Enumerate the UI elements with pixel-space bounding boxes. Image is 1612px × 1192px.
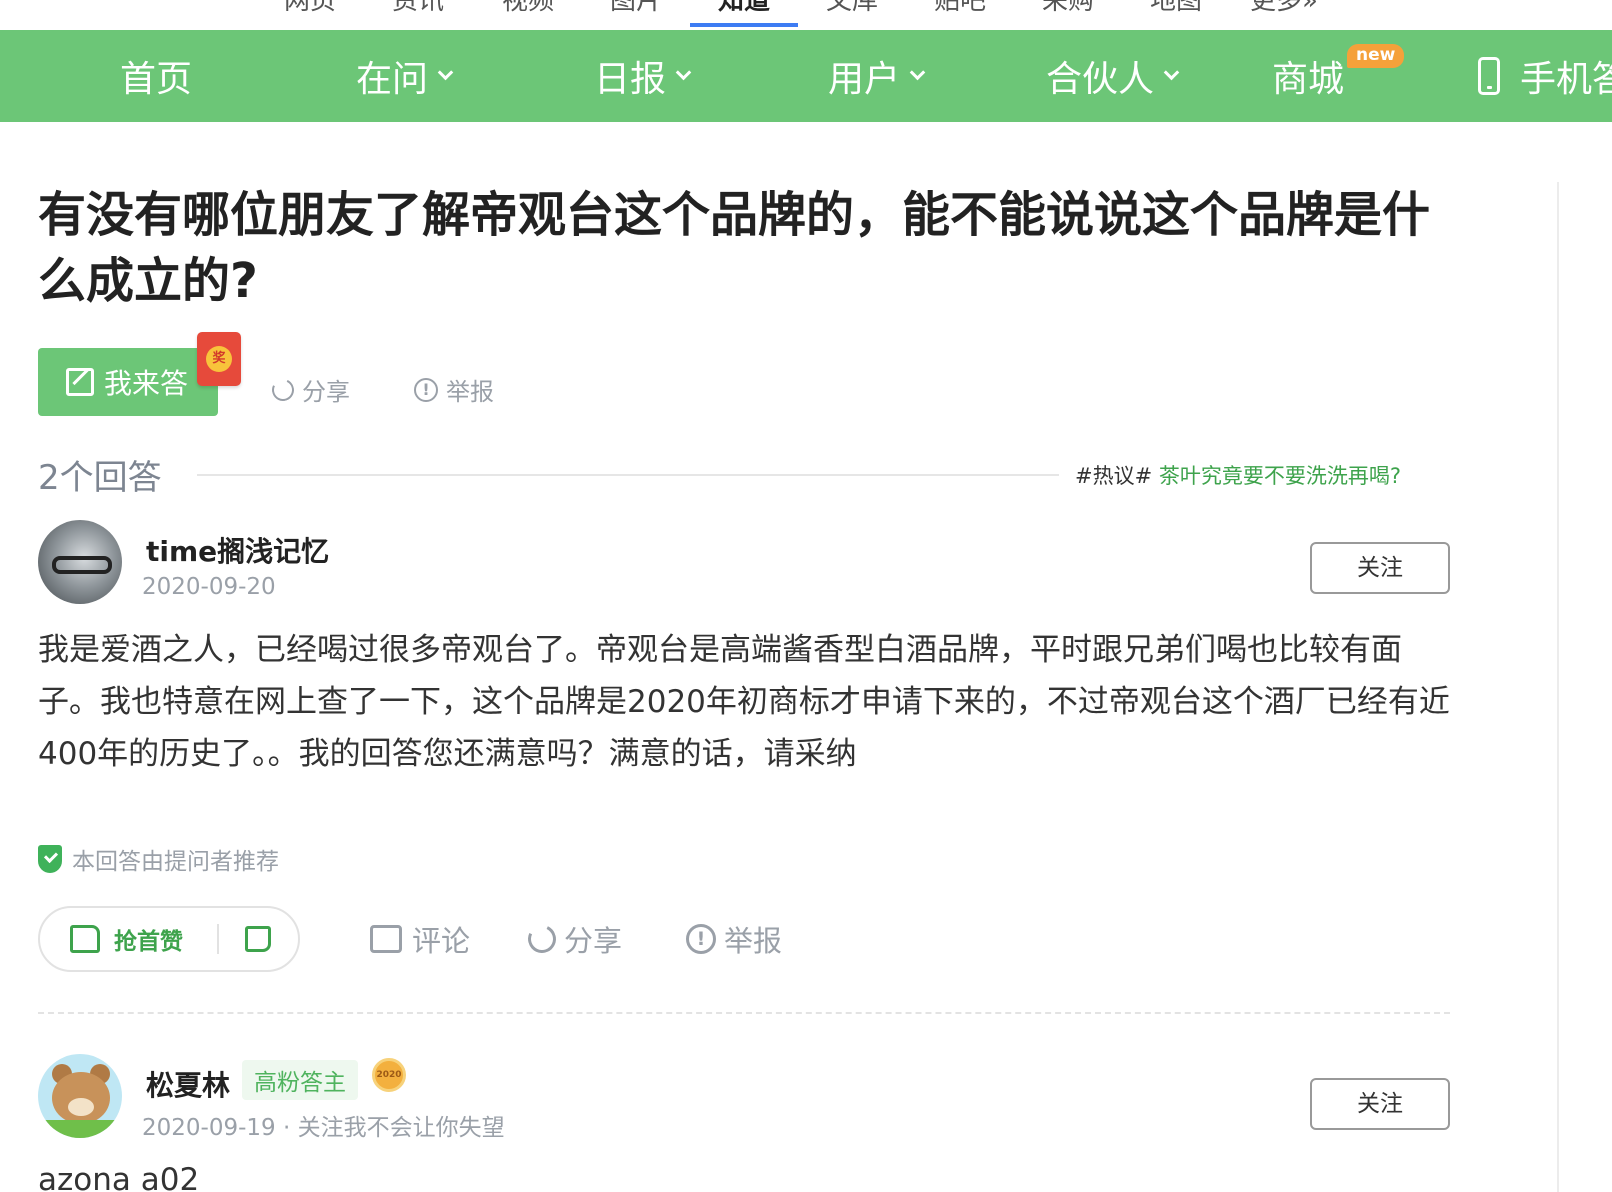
tab-more[interactable]: 更多» <box>1250 0 1318 17</box>
fan-badge: 高粉答主 <box>242 1060 358 1100</box>
answer-user-name[interactable]: time搁浅记忆 <box>146 530 329 570</box>
nav-daily-label: 日报 <box>594 59 667 100</box>
avatar[interactable] <box>38 1054 122 1138</box>
answers-divider <box>197 474 1059 476</box>
nav-mobile-answer-label: 手机答题 <box>1520 59 1612 100</box>
answer-user-name[interactable]: 松夏林 <box>146 1064 230 1104</box>
answer-share-label: 分享 <box>564 924 623 958</box>
question-share[interactable]: 分享 <box>268 372 350 407</box>
tab-map[interactable]: 地图 <box>1150 0 1202 17</box>
medal-icon: 2020 <box>372 1058 406 1092</box>
red-packet-icon[interactable]: 奖 <box>197 332 241 386</box>
follow-button[interactable]: 关注 <box>1310 542 1450 594</box>
share-icon <box>524 921 560 957</box>
dislike-button[interactable] <box>219 926 298 952</box>
tab-news[interactable]: 资讯 <box>392 0 444 17</box>
nav-daily[interactable]: 日报 <box>594 30 692 122</box>
new-badge: new <box>1347 44 1405 68</box>
nav-asking-label: 在问 <box>356 59 429 100</box>
edit-icon <box>66 368 94 396</box>
tab-video[interactable]: 视频 <box>502 0 554 17</box>
tab-tieba[interactable]: 贴吧 <box>934 0 986 17</box>
avatar-glasses <box>52 556 112 574</box>
comment-icon <box>370 925 402 953</box>
chevron-down-icon <box>909 64 926 80</box>
hot-topic-link[interactable]: 茶叶究竟要不要洗洗再喝? <box>1159 464 1401 488</box>
answer-separator <box>38 1012 1450 1014</box>
answer-report-button[interactable]: ! 举报 <box>686 918 782 960</box>
like-label: 抢首赞 <box>114 929 183 955</box>
answers-count: 2个回答 <box>38 458 162 498</box>
shield-check-icon <box>38 845 62 873</box>
search-type-tabs: 网页 资讯 视频 图片 知道 文库 贴吧 采购 地图 更多» <box>0 0 1612 30</box>
recommended-note: 本回答由提问者推荐 <box>38 842 279 876</box>
hot-topic[interactable]: #热议# 茶叶究竟要不要洗洗再喝? <box>1075 460 1401 490</box>
like-button[interactable]: 抢首赞 <box>40 922 217 956</box>
chevron-down-icon <box>1163 64 1180 80</box>
phone-icon <box>1478 57 1500 95</box>
nav-partner[interactable]: 合伙人 <box>1046 30 1180 122</box>
answer-share-button[interactable]: 分享 <box>524 918 623 960</box>
nav-users[interactable]: 用户 <box>828 30 926 122</box>
nav-mall[interactable]: 商城 <box>1272 30 1344 122</box>
comment-button[interactable]: 评论 <box>370 918 470 960</box>
hot-topic-prefix: #热议# <box>1075 464 1153 488</box>
answer-report-label: 举报 <box>724 924 783 958</box>
vote-box: 抢首赞 <box>38 906 300 972</box>
nav-partner-label: 合伙人 <box>1046 59 1155 100</box>
bear-snout <box>68 1098 94 1116</box>
nav-home-label: 首页 <box>120 59 193 100</box>
answer-button-label: 我来答 <box>104 367 189 400</box>
right-column-divider <box>1557 182 1559 1192</box>
tab-purchase[interactable]: 采购 <box>1042 0 1094 17</box>
tab-web[interactable]: 网页 <box>284 0 336 17</box>
tab-images[interactable]: 图片 <box>610 0 662 17</box>
question-title: 有没有哪位朋友了解帝观台这个品牌的，能不能说说这个品牌是什么成立的? <box>38 187 1431 309</box>
answer-body: 我是爱酒之人，已经喝过很多帝观台了。帝观台是高端酱香型白酒品牌，平时跟兄弟们喝也… <box>38 632 1450 772</box>
nav-mall-label: 商城 <box>1272 59 1345 100</box>
comment-label: 评论 <box>412 924 471 958</box>
report-icon: ! <box>414 377 438 402</box>
thumb-down-icon <box>245 926 272 952</box>
nav-mobile-answer[interactable]: 手机答题 <box>1478 30 1612 122</box>
tab-wenku[interactable]: 文库 <box>826 0 878 17</box>
answer-button[interactable]: 我来答 <box>38 348 218 416</box>
avatar[interactable] <box>38 520 122 604</box>
follow-button[interactable]: 关注 <box>1310 1078 1450 1130</box>
active-tab-underline <box>690 23 798 27</box>
tab-zhidao[interactable]: 知道 <box>718 0 770 17</box>
answer-date: 2020-09-19 · 关注我不会让你失望 <box>142 1115 505 1141</box>
nav-home[interactable]: 首页 <box>120 30 192 122</box>
question-report[interactable]: ! 举报 <box>414 372 494 407</box>
report-icon: ! <box>686 924 716 954</box>
share-icon <box>268 375 298 404</box>
question-report-label: 举报 <box>446 378 494 406</box>
nav-users-label: 用户 <box>828 59 901 100</box>
thumb-up-icon <box>70 925 100 953</box>
answer-date: 2020-09-20 <box>142 574 276 600</box>
question-share-label: 分享 <box>302 378 350 406</box>
nav-asking[interactable]: 在问 <box>356 30 454 122</box>
chevron-down-icon <box>675 64 692 80</box>
answer-body: azona a02 <box>38 1162 200 1192</box>
recommended-label: 本回答由提问者推荐 <box>72 849 279 875</box>
avatar-grass <box>38 1120 122 1138</box>
main-nav: 首页 在问 日报 用户 合伙人 商城 new 手机答题 <box>0 30 1612 122</box>
reward-coin-icon: 奖 <box>206 346 232 372</box>
chevron-down-icon <box>437 64 454 80</box>
